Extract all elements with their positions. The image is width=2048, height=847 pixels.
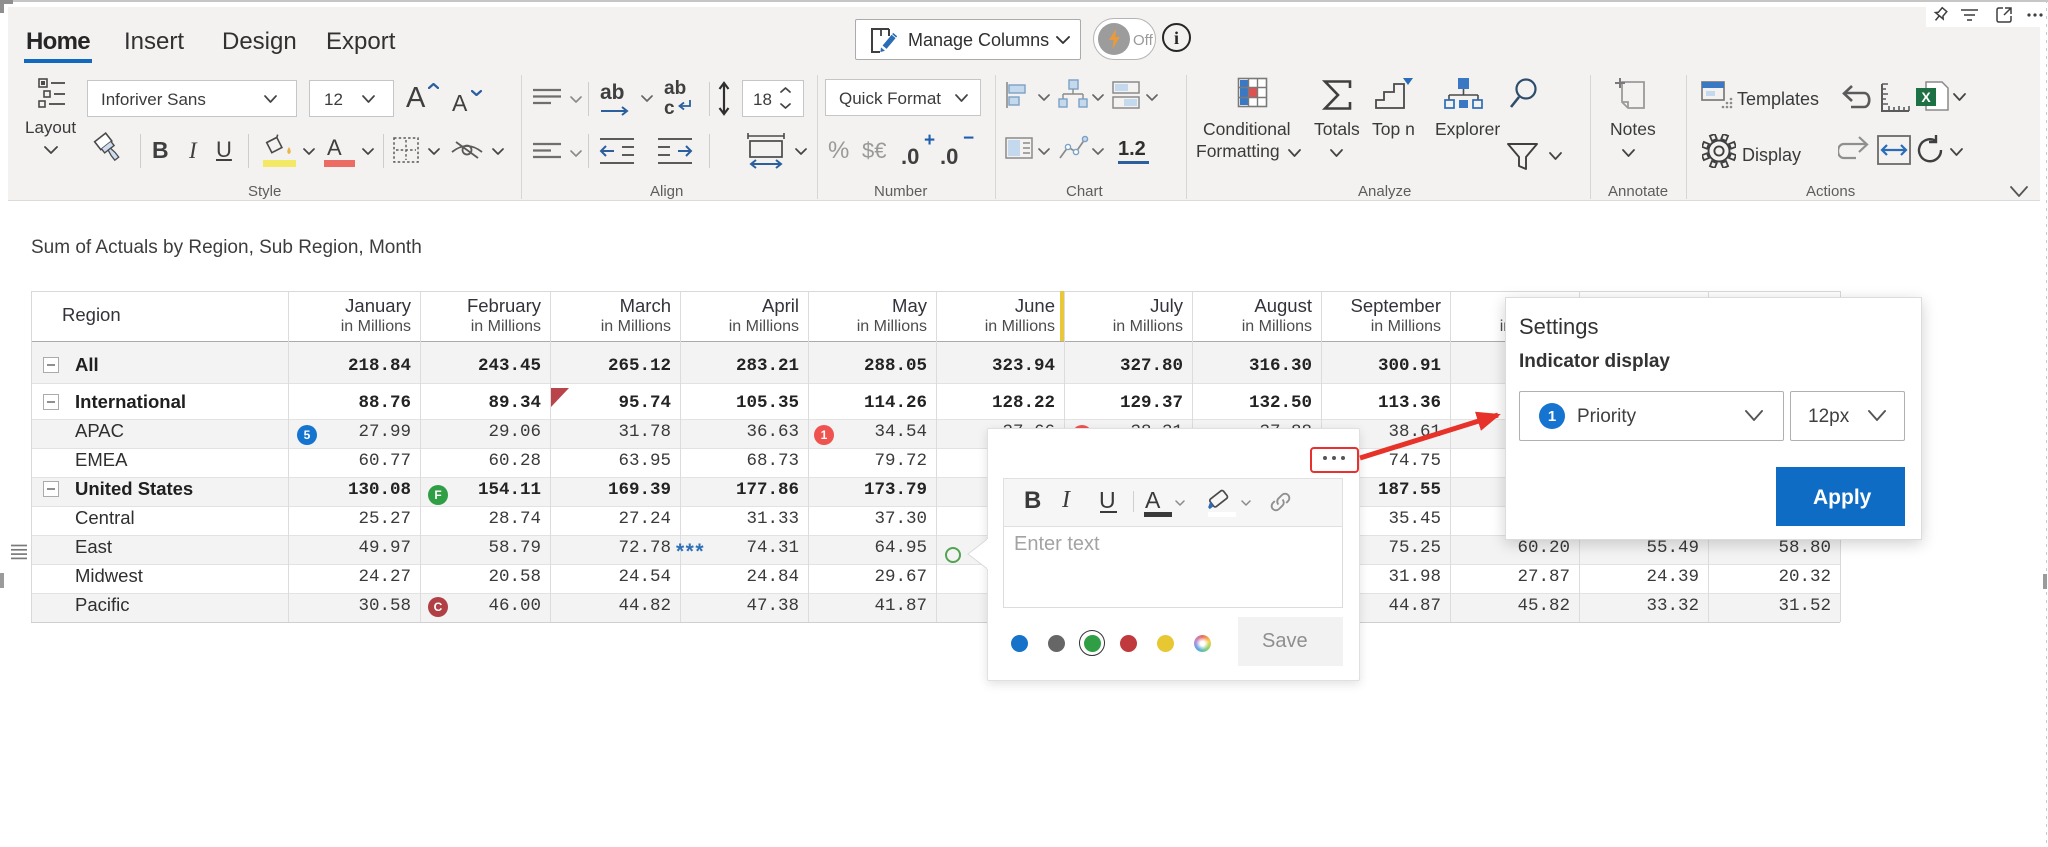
svg-text:X: X (1921, 89, 1931, 105)
